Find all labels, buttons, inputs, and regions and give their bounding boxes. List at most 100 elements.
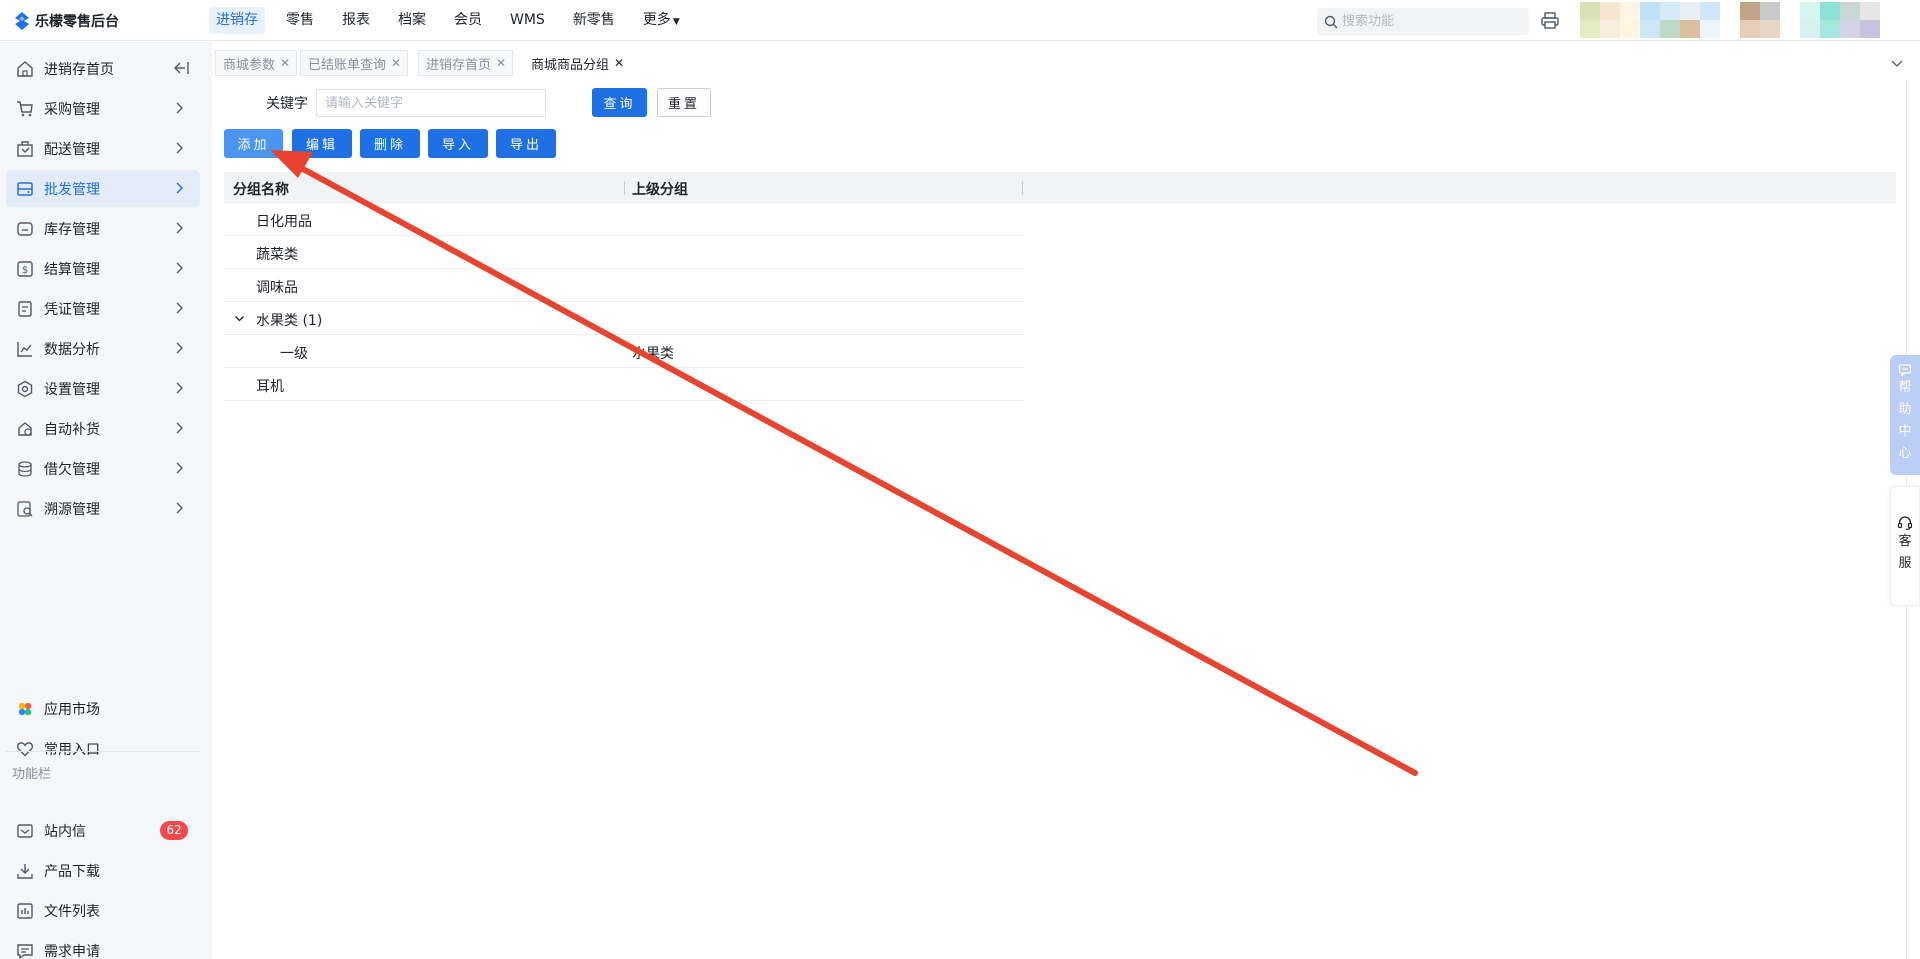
- sidebar-file-list[interactable]: 文件列表: [6, 892, 200, 929]
- table-row[interactable]: 一级 水果类: [224, 335, 1024, 368]
- chevron-down-icon[interactable]: [234, 313, 245, 324]
- sidebar-item-settlement[interactable]: $ 结算管理: [6, 250, 200, 287]
- tab-label: 已结账单查询: [308, 57, 387, 73]
- sidebar-item-label: 产品下载: [44, 863, 100, 880]
- sidebar-item-label: 需求申请: [44, 943, 100, 959]
- topnav-more[interactable]: 更多 ▼: [636, 7, 687, 34]
- chevron-right-icon: [176, 422, 183, 434]
- sidebar-item-label: 站内信: [44, 823, 86, 840]
- tab-mall-product-groups[interactable]: 商城商品分组 ✕: [523, 50, 632, 76]
- keyword-label: 关键字: [266, 96, 308, 112]
- sidebar-requests[interactable]: 需求申请: [6, 932, 200, 959]
- tab-mall-params[interactable]: 商城参数 ✕: [215, 50, 298, 76]
- sidebar-favorites[interactable]: 常用入口: [6, 730, 200, 767]
- column-header-parent-group[interactable]: 上级分组: [632, 179, 688, 199]
- search-input[interactable]: [1342, 14, 1522, 29]
- sidebar-item-trace[interactable]: 溯源管理: [6, 490, 200, 527]
- add-button[interactable]: 添加: [224, 129, 283, 158]
- tab-settled-bills[interactable]: 已结账单查询 ✕: [300, 50, 409, 76]
- sidebar-item-home[interactable]: 进销存首页: [6, 50, 200, 87]
- caret-down-icon: ▼: [672, 17, 680, 27]
- sidebar-downloads[interactable]: 产品下载: [6, 852, 200, 889]
- group-name-cell: 蔬菜类: [256, 247, 298, 263]
- tab-label: 商城商品分组: [531, 57, 610, 73]
- sidebar-item-wholesale[interactable]: 批发管理: [6, 170, 200, 207]
- topnav-wms[interactable]: WMS: [503, 7, 552, 34]
- chevron-right-icon: [176, 502, 183, 514]
- printer-icon[interactable]: [1540, 11, 1560, 31]
- table-row[interactable]: 蔬菜类: [224, 236, 1024, 269]
- sidebar-item-label: 溯源管理: [44, 501, 100, 518]
- sidebar-inbox[interactable]: 站内信 62: [6, 812, 200, 849]
- file-list-icon: [15, 901, 35, 921]
- inventory-icon: [15, 219, 35, 239]
- import-button[interactable]: 导入: [428, 129, 488, 158]
- sidebar-item-label: 结算管理: [44, 261, 100, 278]
- topnav-new-retail[interactable]: 新零售: [566, 7, 622, 34]
- home-icon: [15, 59, 35, 79]
- chat-icon: [1898, 364, 1912, 377]
- sidebar-item-restock[interactable]: 自动补货: [6, 410, 200, 447]
- sidebar-item-debt[interactable]: 借欠管理: [6, 450, 200, 487]
- logo-icon: [15, 12, 29, 30]
- close-icon[interactable]: ✕: [614, 56, 624, 70]
- request-icon: [15, 941, 35, 959]
- redacted-user-name: [1800, 2, 1880, 39]
- close-icon[interactable]: ✕: [496, 56, 506, 70]
- delete-button[interactable]: 删除: [360, 129, 420, 158]
- sidebar-item-label: 凭证管理: [44, 301, 100, 318]
- edit-button[interactable]: 编辑: [292, 129, 352, 158]
- sidebar-item-label: 进销存首页: [44, 61, 114, 78]
- sidebar-app-market[interactable]: 应用市场: [6, 690, 200, 727]
- sidebar-item-delivery[interactable]: 配送管理: [6, 130, 200, 167]
- customer-service-tab[interactable]: 客 服: [1890, 486, 1920, 606]
- table-row[interactable]: 水果类 (1): [224, 302, 1024, 335]
- topnav-jinxiaocun[interactable]: 进销存: [209, 7, 265, 34]
- redacted-user-avatar: [1740, 2, 1780, 39]
- chevron-down-icon[interactable]: [1890, 56, 1904, 70]
- close-icon[interactable]: ✕: [391, 56, 401, 70]
- group-name-cell: 日化用品: [256, 214, 312, 230]
- reset-button[interactable]: 重置: [657, 88, 711, 117]
- table-row[interactable]: 日化用品: [224, 203, 1024, 236]
- mail-icon: [15, 821, 35, 841]
- sidebar-item-label: 应用市场: [44, 701, 100, 718]
- column-resizer[interactable]: [624, 181, 625, 195]
- column-header-group-name[interactable]: 分组名称: [233, 179, 289, 199]
- keyword-input[interactable]: [316, 89, 546, 117]
- settlement-icon: $: [15, 259, 35, 279]
- tab-label: 商城参数: [223, 57, 276, 73]
- customer-service-char: 服: [1898, 556, 1912, 571]
- sidebar-item-analytics[interactable]: 数据分析: [6, 330, 200, 367]
- column-resizer[interactable]: [1022, 181, 1023, 195]
- settings-icon: [15, 379, 35, 399]
- chevron-right-icon: [176, 222, 183, 234]
- topnav-retail[interactable]: 零售: [279, 7, 321, 34]
- sidebar: 进销存首页 采购管理 配送管理 批发管理 库存管理 $ 结算管理 凭证管理 数据…: [0, 42, 212, 959]
- table-row[interactable]: 耳机: [224, 368, 1024, 401]
- chevron-right-icon: [176, 342, 183, 354]
- top-bar: 乐檬零售后台 进销存 零售 报表 档案 会员 WMS 新零售 更多 ▼: [0, 0, 1920, 41]
- chevron-right-icon: [176, 302, 183, 314]
- query-button[interactable]: 查询: [592, 88, 647, 117]
- voucher-icon: [15, 299, 35, 319]
- sidebar-item-purchase[interactable]: 采购管理: [6, 90, 200, 127]
- topnav-members[interactable]: 会员: [447, 7, 489, 34]
- help-center-tab[interactable]: 帮 助 中 心: [1890, 355, 1920, 475]
- sidebar-item-label: 自动补货: [44, 421, 100, 438]
- topnav-reports[interactable]: 报表: [335, 7, 377, 34]
- tab-jxc-home[interactable]: 进销存首页 ✕: [418, 50, 514, 76]
- sidebar-item-inventory[interactable]: 库存管理: [6, 210, 200, 247]
- headset-icon: [1897, 516, 1913, 531]
- app-logo[interactable]: 乐檬零售后台: [14, 10, 119, 32]
- table-row[interactable]: 调味品: [224, 269, 1024, 302]
- download-icon: [15, 861, 35, 881]
- close-icon[interactable]: ✕: [280, 56, 290, 70]
- chart-icon: [15, 339, 35, 359]
- collapse-sidebar-icon[interactable]: [172, 60, 190, 76]
- export-button[interactable]: 导出: [496, 129, 556, 158]
- topnav-archives[interactable]: 档案: [391, 7, 433, 34]
- sidebar-item-settings[interactable]: 设置管理: [6, 370, 200, 407]
- feature-search[interactable]: [1317, 8, 1529, 35]
- sidebar-item-voucher[interactable]: 凭证管理: [6, 290, 200, 327]
